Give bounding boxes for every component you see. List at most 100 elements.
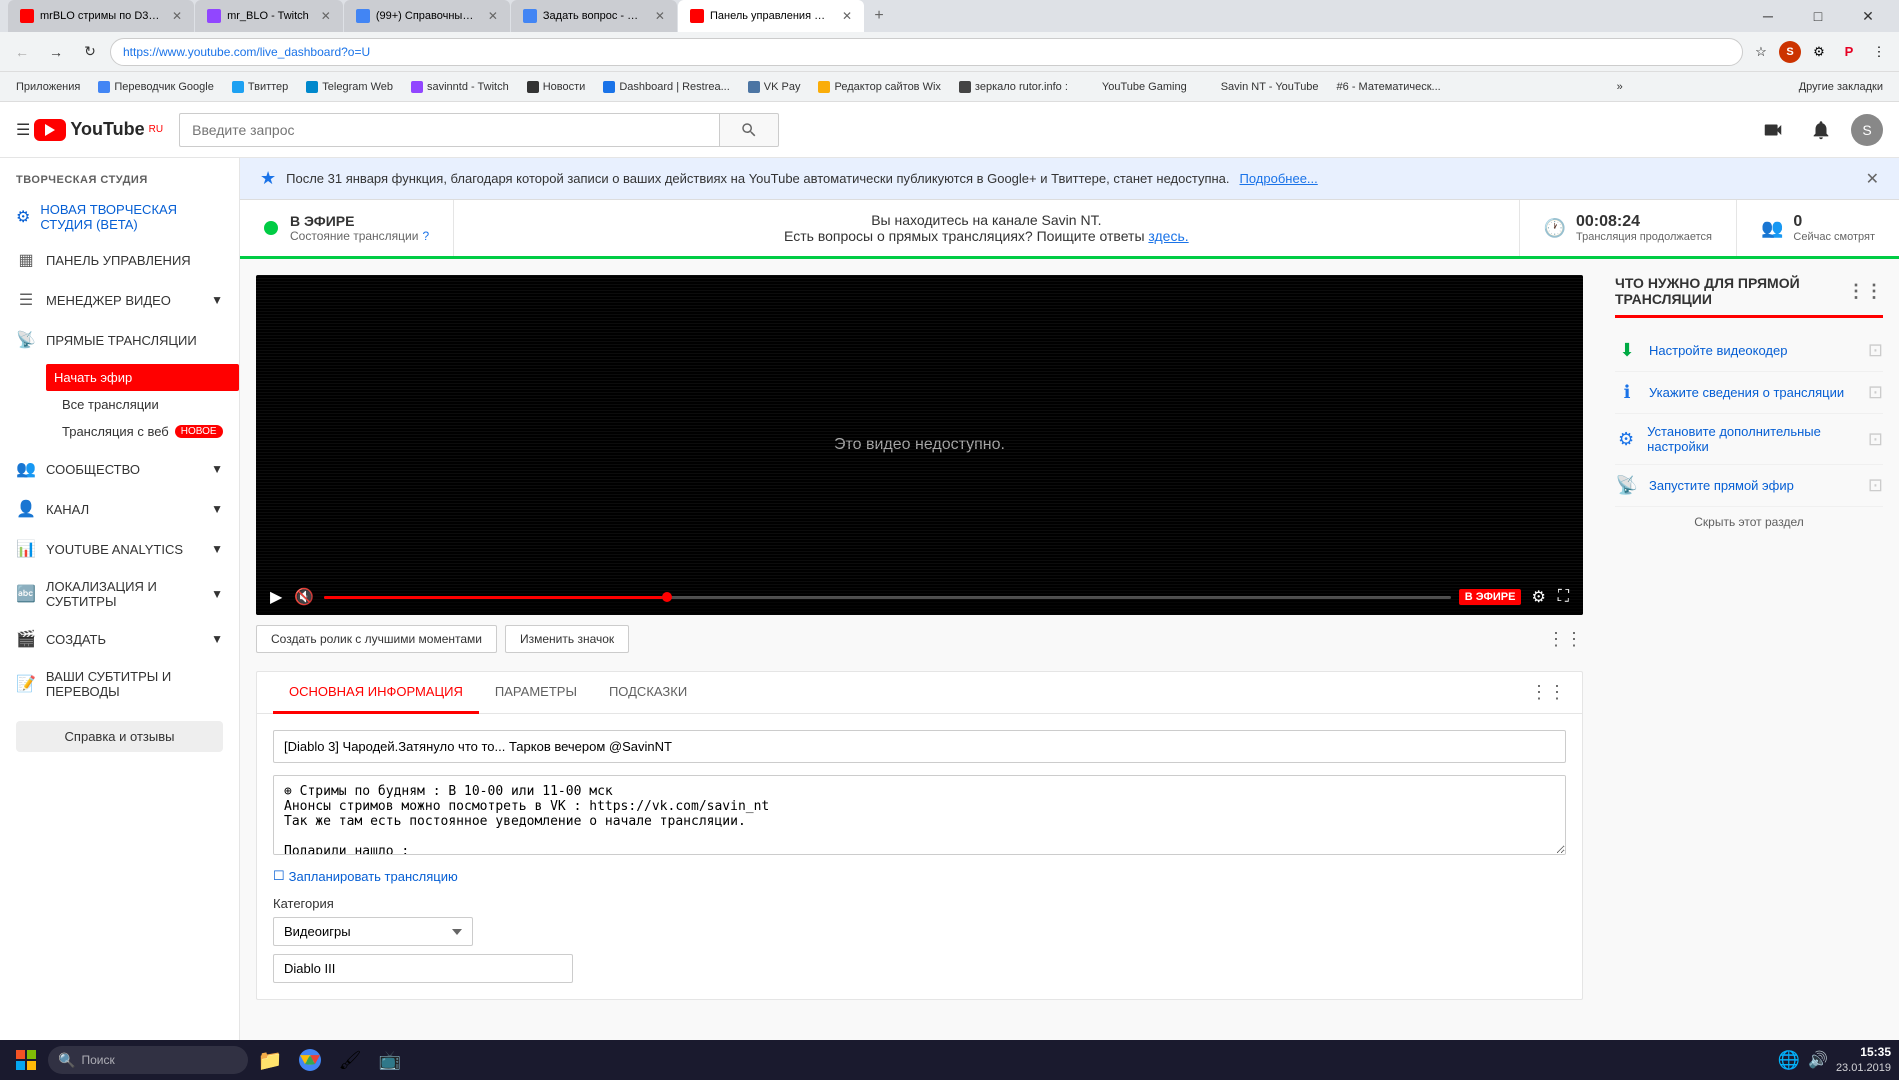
- sidebar-subtitles[interactable]: 📝 ВАШИ СУБТИТРЫ И ПЕРЕВОДЫ: [0, 659, 239, 709]
- taskbar-chrome[interactable]: [292, 1042, 328, 1078]
- right-panel-more-menu[interactable]: ⋮⋮: [1847, 281, 1883, 302]
- checklist-go-live-expand[interactable]: ⊡: [1868, 475, 1883, 496]
- tabs-more-menu[interactable]: ⋮⋮: [1530, 672, 1566, 713]
- sidebar-localization[interactable]: 🔤 ЛОКАЛИЗАЦИЯ И СУБТИТРЫ ▼: [0, 569, 239, 619]
- mute-button[interactable]: 🔇: [292, 587, 316, 607]
- hamburger-menu-icon[interactable]: ☰: [16, 120, 30, 140]
- stream-description-input[interactable]: ⊕ Стримы по будням : В 10-00 или 11-00 м…: [273, 775, 1566, 855]
- checklist-go-live-link[interactable]: 📡 Запустите прямой эфир: [1615, 475, 1794, 496]
- bookmark-news[interactable]: Новости: [519, 78, 594, 96]
- fullscreen-button[interactable]: ⛶: [1556, 588, 1571, 606]
- minimize-button[interactable]: ─: [1745, 0, 1791, 32]
- bookmark-twitter[interactable]: Твиттер: [224, 78, 296, 96]
- start-button[interactable]: [8, 1042, 44, 1078]
- maximize-button[interactable]: □: [1795, 0, 1841, 32]
- network-icon[interactable]: 🌐: [1778, 1050, 1800, 1071]
- browser-tab-3[interactable]: (99+) Справочный форум You... ✕: [344, 0, 510, 32]
- volume-icon[interactable]: 🔊: [1808, 1050, 1828, 1070]
- browser-tab-2[interactable]: mr_BLO - Twitch ✕: [195, 0, 343, 32]
- taskbar-paint[interactable]: 🖌: [332, 1042, 368, 1078]
- checklist-encoder-link[interactable]: ⬇ Настройте видеокодер: [1615, 340, 1787, 361]
- upload-icon[interactable]: [1755, 112, 1791, 148]
- menu-icon[interactable]: ⋮: [1867, 40, 1891, 64]
- taskbar-app1[interactable]: 📺: [372, 1042, 408, 1078]
- browser-tab-1[interactable]: mrBLO стримы по D3 - YouTube ✕: [8, 0, 194, 32]
- tab-close-4[interactable]: ✕: [649, 9, 665, 23]
- bookmark-twitch[interactable]: savinntd - Twitch: [403, 78, 517, 96]
- actions-more-menu[interactable]: ⋮⋮: [1547, 629, 1583, 650]
- stream-title-input[interactable]: [273, 730, 1566, 763]
- sidebar-analytics[interactable]: 📊 YOUTUBE ANALYTICS ▼: [0, 529, 239, 569]
- browser-tab-5[interactable]: Панель управления трансляц... ✕: [678, 0, 864, 32]
- sidebar-community-label: СООБЩЕСТВО: [46, 462, 140, 477]
- checklist-encoder-expand[interactable]: ⊡: [1868, 340, 1883, 361]
- tab-basic-info[interactable]: ОСНОВНАЯ ИНФОРМАЦИЯ: [273, 672, 479, 714]
- url-input[interactable]: https://www.youtube.com/live_dashboard?o…: [110, 38, 1743, 66]
- checklist-stream-info-link[interactable]: ℹ Укажите сведения о трансляции: [1615, 382, 1844, 403]
- bookmark-translate[interactable]: Переводчик Google: [90, 78, 222, 96]
- bookmark-more[interactable]: »: [1609, 78, 1631, 96]
- status-help-icon[interactable]: ?: [422, 229, 429, 243]
- bookmark-dashboard[interactable]: Dashboard | Restrea...: [595, 78, 737, 96]
- sidebar-new-studio[interactable]: ⚙ НОВАЯ ТВОРЧЕСКАЯ СТУДИЯ (BETA): [0, 194, 239, 240]
- browser-tab-4[interactable]: Задать вопрос - Справка - You... ✕: [511, 0, 677, 32]
- sidebar-community[interactable]: 👥 СООБЩЕСТВО ▼: [0, 449, 239, 489]
- channel-help-link[interactable]: здесь.: [1148, 228, 1188, 244]
- tab-parameters[interactable]: ПАРАМЕТРЫ: [479, 672, 593, 714]
- search-button[interactable]: [719, 113, 779, 147]
- refresh-button[interactable]: ↻: [76, 38, 104, 66]
- video-progress-bar[interactable]: [324, 596, 1451, 599]
- checklist-settings-expand[interactable]: ⊡: [1868, 429, 1883, 450]
- sidebar-channel[interactable]: 👤 КАНАЛ ▼: [0, 489, 239, 529]
- create-highlight-button[interactable]: Создать ролик с лучшими моментами: [256, 625, 497, 653]
- banner-link[interactable]: Подробнее...: [1240, 171, 1318, 186]
- sidebar-all-streams[interactable]: Все трансляции: [46, 391, 239, 418]
- new-tab-button[interactable]: +: [865, 0, 893, 32]
- checklist-stream-info-expand[interactable]: ⊡: [1868, 382, 1883, 403]
- bookmark-icon[interactable]: ☆: [1749, 40, 1773, 64]
- schedule-link[interactable]: ☐ Запланировать трансляцию: [273, 868, 1566, 884]
- tab-close-3[interactable]: ✕: [482, 9, 498, 23]
- taskbar-search[interactable]: 🔍 Поиск: [48, 1046, 248, 1074]
- sidebar-dashboard[interactable]: ▦ ПАНЕЛЬ УПРАВЛЕНИЯ: [0, 240, 239, 280]
- tab-close-2[interactable]: ✕: [315, 9, 331, 23]
- taskbar-file-explorer[interactable]: 📁: [252, 1042, 288, 1078]
- bookmark-vkpay[interactable]: VK Pay: [740, 78, 809, 96]
- video-settings-button[interactable]: ⚙: [1529, 587, 1547, 607]
- bookmark-rutor[interactable]: зеркало rutor.info :: [951, 78, 1076, 96]
- bookmark-telegram[interactable]: Telegram Web: [298, 78, 401, 96]
- other-bookmarks-folder[interactable]: Другие закладки: [1791, 78, 1891, 96]
- youtube-logo[interactable]: ☰ YouTubeRU: [16, 119, 163, 141]
- hide-section-button[interactable]: Скрыть этот раздел: [1615, 507, 1883, 537]
- sidebar-video-manager[interactable]: ☰ МЕНЕДЖЕР ВИДЕО ▼: [0, 280, 239, 320]
- play-button[interactable]: ▶: [268, 587, 284, 607]
- bookmark-apps[interactable]: Приложения: [8, 78, 88, 96]
- bookmark-math[interactable]: #6 - Математическ...: [1329, 78, 1449, 96]
- notifications-icon[interactable]: [1803, 112, 1839, 148]
- change-icon-button[interactable]: Изменить значок: [505, 625, 629, 653]
- help-button[interactable]: Справка и отзывы: [16, 721, 223, 752]
- game-input[interactable]: [273, 954, 573, 983]
- sidebar-create[interactable]: 🎬 СОЗДАТЬ ▼: [0, 619, 239, 659]
- checklist-settings-link[interactable]: ⚙ Установите дополнительные настройки: [1615, 424, 1868, 454]
- category-select[interactable]: Видеоигры: [273, 917, 473, 946]
- forward-button[interactable]: →: [42, 38, 70, 66]
- extensions-icon[interactable]: ⚙: [1807, 40, 1831, 64]
- back-button[interactable]: ←: [8, 38, 36, 66]
- tab-close-5[interactable]: ✕: [836, 9, 852, 23]
- tab-hints[interactable]: ПОДСКАЗКИ: [593, 672, 703, 714]
- user-avatar[interactable]: S: [1851, 114, 1883, 146]
- bookmark-ytgaming[interactable]: YouTube Gaming: [1078, 78, 1195, 96]
- search-input[interactable]: [179, 113, 719, 147]
- close-button[interactable]: ✕: [1845, 0, 1891, 32]
- profile-icon[interactable]: S: [1779, 41, 1801, 63]
- sidebar-start-stream[interactable]: Начать эфир: [46, 364, 239, 391]
- tab-close-1[interactable]: ✕: [166, 9, 182, 23]
- sidebar-live-streams[interactable]: 📡 ПРЯМЫЕ ТРАНСЛЯЦИИ: [0, 320, 239, 360]
- banner-close-button[interactable]: ✕: [1866, 169, 1879, 189]
- bookmark-savintyt[interactable]: Savin NT - YouTube: [1197, 78, 1327, 96]
- sidebar-webcam-stream[interactable]: Трансляция с веб НОВОЕ: [46, 418, 239, 445]
- bookmark-wix[interactable]: Редактор сайтов Wix: [810, 78, 948, 96]
- pinterest-icon[interactable]: P: [1837, 40, 1861, 64]
- tab-favicon-5: [690, 9, 704, 23]
